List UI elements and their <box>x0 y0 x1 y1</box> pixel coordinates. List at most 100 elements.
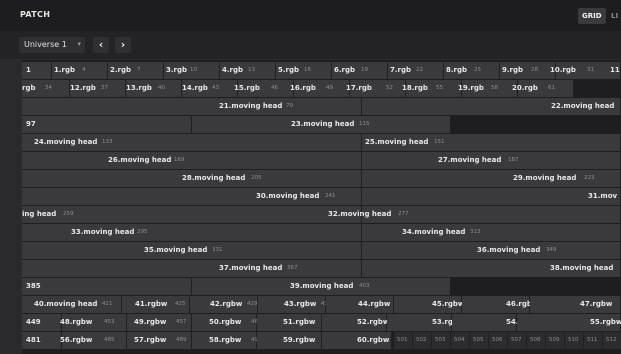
fixture-cell-60-rgbw[interactable]: 60.rgbw <box>322 332 392 349</box>
fixture-cell-51-rgbw[interactable]: 51.rgbw465 <box>257 314 337 331</box>
fixture-cell-40-moving-head[interactable]: 40.moving head 421 <box>22 296 122 313</box>
empty-channel-cell[interactable]: 501 <box>394 332 413 349</box>
empty-channel-cell[interactable]: 503 <box>432 332 451 349</box>
fixture-cell-34-moving-head[interactable]: 34.moving head 313 <box>362 224 621 241</box>
channel-number: 79 <box>286 103 293 109</box>
patch-row: 33.moving head 295 34.moving head 313 <box>22 224 621 241</box>
fixture-cell-5-rgb[interactable]: 5.rgb 16 <box>276 62 332 79</box>
empty-channel-cell[interactable]: 511 <box>584 332 603 349</box>
fixture-cell-26-moving-head[interactable]: 26.moving head 169 <box>22 152 362 169</box>
fixture-cell-29-moving-head[interactable]: 29.moving head 223 <box>362 170 621 187</box>
fixture-cell-49-rgbw[interactable]: 49.rgbw 457 <box>127 314 192 331</box>
fixture-cell-6-rgb[interactable]: 6.rgb 19 <box>332 62 388 79</box>
fixture-cell-16-rgb[interactable]: 16.rgb 49 <box>290 80 350 97</box>
fixture-cell-2-rgb[interactable]: 2.rgb 7 <box>108 62 164 79</box>
fixture-label: 57.rgbw <box>134 336 167 344</box>
fixture-cell-33-moving-head[interactable]: 33.moving head 295 <box>22 224 362 241</box>
list-view-button[interactable]: LI <box>607 8 621 24</box>
grid-view-button[interactable]: GRID <box>578 8 606 24</box>
fixture-cell-38-moving-head[interactable]: 38.moving head <box>362 260 621 277</box>
fixture-cell-8-rgb[interactable]: 8.rgb 25 <box>444 62 500 79</box>
empty-channel-cell[interactable]: 502 <box>413 332 432 349</box>
fixture-cell-rgb[interactable]: rgb 34 <box>22 80 70 97</box>
channel-number: 4 <box>82 67 86 73</box>
fixture-cell-48-rgbw[interactable]: 48.rgbw 453 <box>60 314 127 331</box>
next-universe-button[interactable]: › <box>115 37 131 53</box>
fixture-cell-14-rgb[interactable]: 14.rgb 43 <box>182 80 238 97</box>
empty-channel-cell[interactable]: 509 <box>546 332 565 349</box>
fixture-cell-15-rgb[interactable]: 15.rgb 46 <box>234 80 294 97</box>
fixture-cell-50-rgbw[interactable]: 50.rgbw461 <box>192 314 262 331</box>
empty-channel-cell[interactable]: 510 <box>565 332 584 349</box>
fixture-cell-20-rgb[interactable]: 20.rgb 61 <box>512 80 574 97</box>
fixture-label: 36.moving head <box>477 246 541 254</box>
fixture-cell-1-rgb[interactable]: 1.rgb 4 <box>52 62 108 79</box>
fixture-cell-54-rgbw[interactable]: 54.rgbw477 <box>452 314 560 331</box>
fixture-cell-37-moving-head[interactable]: 37.moving head 367 <box>22 260 362 277</box>
fixture-cell-30-moving-head[interactable]: 30.moving head 241 <box>22 188 362 205</box>
fixture-cell-42-rgbw[interactable]: 42.rgbw 429 <box>190 296 258 313</box>
fixture-cell-52-rgbw[interactable]: 52.rgbw469 <box>322 314 411 331</box>
empty-channel-cell[interactable]: 504 <box>451 332 470 349</box>
fixture-cell-13-rgb[interactable]: 13.rgb 40 <box>126 80 182 97</box>
channel-number: 457 <box>176 319 187 325</box>
fixture-cell-32-moving-head[interactable]: 32.moving head 277 <box>328 206 621 223</box>
fixture-cell-27-moving-head[interactable]: 27.moving head 187 <box>362 152 621 169</box>
chevron-down-icon: ▾ <box>77 40 81 48</box>
fixture-cell-59-rgbw[interactable]: 59.rgbw497 <box>257 332 337 349</box>
universe-select[interactable]: Universe 1 ▾ <box>19 37 85 53</box>
fixture-cell-58-rgbw[interactable]: 58.rgbw493 <box>192 332 262 349</box>
fixture-cell-385[interactable]: 385 <box>22 278 192 295</box>
fixture-cell-12-rgb[interactable]: 12.rgb 37 <box>70 80 126 97</box>
channel-number: 509 <box>549 337 560 343</box>
empty-channel-cell[interactable]: 505 <box>470 332 489 349</box>
channel-number: 151 <box>434 139 445 145</box>
fixture-cell-11[interactable]: 11 <box>607 62 621 79</box>
empty-channel-cell[interactable]: 507 <box>508 332 527 349</box>
patch-row: 35.moving head 331 36.moving head 349 <box>22 242 621 259</box>
fixture-cell-44-rgbw[interactable]: 44.rgbw437 <box>326 296 409 313</box>
previous-universe-button[interactable]: ‹ <box>93 37 109 53</box>
fixture-label: 15.rgb <box>234 84 260 92</box>
fixture-cell-21-moving-head[interactable]: 21.moving head 79 <box>22 98 362 115</box>
channel-number: 331 <box>212 247 223 253</box>
fixture-cell-19-rgb[interactable]: 19.rgb 58 <box>458 80 518 97</box>
fixture-cell-39-moving-head[interactable]: 39.moving head 403 <box>192 278 451 295</box>
fixture-cell-ing-head[interactable]: ing head 259 <box>22 206 362 223</box>
fixture-cell-7-rgb[interactable]: 7.rgb 22 <box>388 62 444 79</box>
fixture-cell-25-moving-head[interactable]: 25.moving head 151 <box>362 134 621 151</box>
fixture-cell-43-rgbw[interactable]: 43.rgbw433 <box>258 296 332 313</box>
fixture-cell-1[interactable]: 1 <box>22 62 52 79</box>
fixture-cell-22-moving-head[interactable]: 22.moving head <box>362 98 621 115</box>
fixture-cell-24-moving-head[interactable]: 24.moving head 133 <box>22 134 362 151</box>
fixture-cell-23-moving-head[interactable]: 23.moving head 115 <box>192 116 451 133</box>
fixture-cell-36-moving-head[interactable]: 36.moving head 349 <box>362 242 621 259</box>
fixture-cell-481[interactable]: 481 <box>22 332 62 349</box>
fixture-cell-41-rgbw[interactable]: 41.rgbw 425 <box>122 296 190 313</box>
fixture-cell-449[interactable]: 449 <box>22 314 62 331</box>
patch-row: 97 23.moving head 115 <box>22 116 621 133</box>
fixture-label: 58.rgbw <box>209 336 242 344</box>
empty-channel-cell[interactable]: 506 <box>489 332 508 349</box>
fixture-cell-28-moving-head[interactable]: 28.moving head 205 <box>22 170 362 187</box>
channel-number: 25 <box>474 67 481 73</box>
fixture-cell-97[interactable]: 97 <box>22 116 192 133</box>
fixture-cell-56-rgbw[interactable]: 56.rgbw 485 <box>60 332 127 349</box>
fixture-cell-3-rgb[interactable]: 3.rgb 10 <box>164 62 220 79</box>
fixture-cell-45-rgbw[interactable]: 45.rgbw441 <box>394 296 481 313</box>
fixture-cell-9-rgb[interactable]: 9.rgb 28 <box>500 62 556 79</box>
empty-channel-cell[interactable]: 512 <box>603 332 621 349</box>
fixture-cell-46-rgbw[interactable]: 46.rgbw445 <box>462 296 554 313</box>
fixture-cell-17-rgb[interactable]: 17.rgb 52 <box>346 80 406 97</box>
fixture-cell-10-rgb[interactable]: 10.rgb 31 <box>550 62 612 79</box>
fixture-cell-47-rgbw[interactable]: 47.rgbw <box>530 296 621 313</box>
empty-channel-cell[interactable]: 508 <box>527 332 546 349</box>
fixture-cell-4-rgb[interactable]: 4.rgb 13 <box>220 62 276 79</box>
fixture-cell-57-rgbw[interactable]: 57.rgbw 489 <box>127 332 192 349</box>
fixture-label: 47.rgbw <box>580 300 613 308</box>
fixture-cell-31-mov[interactable]: 31.mov <box>362 188 621 205</box>
fixture-cell-35-moving-head[interactable]: 35.moving head 331 <box>22 242 362 259</box>
fixture-cell-53-rgbw[interactable]: 53.rgbw473 <box>387 314 485 331</box>
fixture-cell-55-rgbw[interactable]: 55.rgbw <box>517 314 621 331</box>
fixture-cell-18-rgb[interactable]: 18.rgb 55 <box>402 80 462 97</box>
